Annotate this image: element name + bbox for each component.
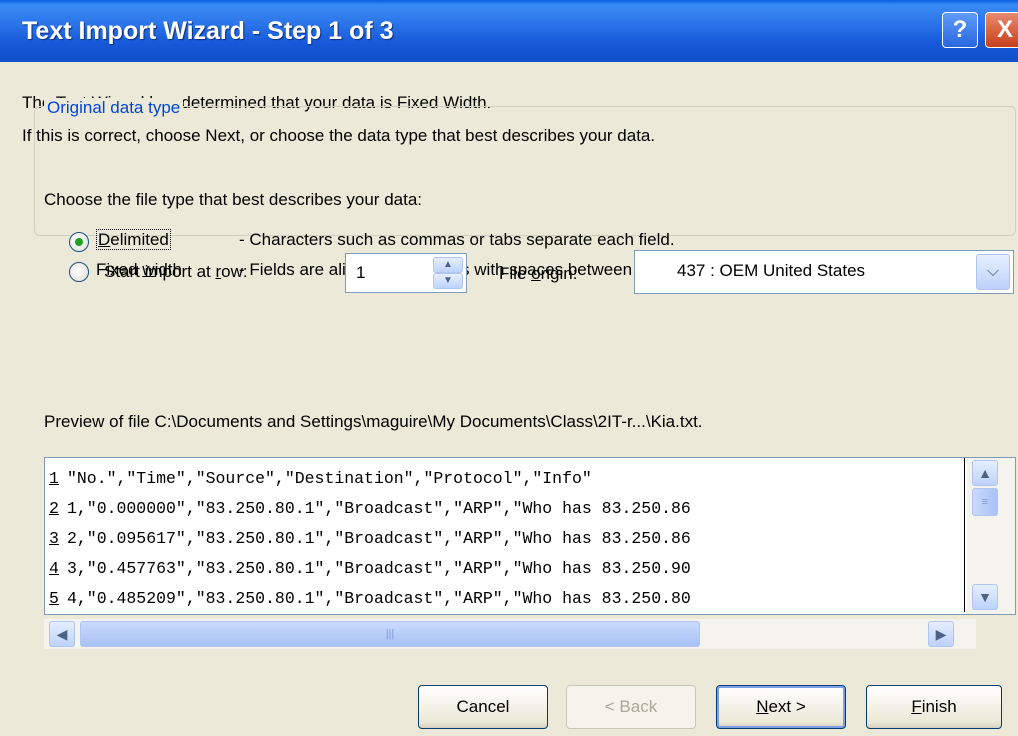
fixed-width-radio[interactable] xyxy=(69,262,89,282)
preview-row-number: 3 xyxy=(49,529,59,548)
delimited-label[interactable]: Delimited xyxy=(96,229,171,250)
title-bar: Text Import Wizard - Step 1 of 3 ? X xyxy=(0,0,1018,62)
preview-row: 3 2,"0.095617","83.250.80.1","Broadcast"… xyxy=(45,527,964,551)
scroll-up-icon[interactable]: ▲ xyxy=(972,460,998,486)
scroll-right-icon[interactable]: ▶ xyxy=(928,621,954,647)
delimited-label-text: elimited xyxy=(110,230,169,249)
file-type-prompt: Choose the file type that best describes… xyxy=(44,190,423,209)
preview-text: 1 "No.","Time","Source","Destination","P… xyxy=(45,458,965,612)
scroll-down-icon[interactable]: ▼ xyxy=(972,584,998,610)
preview-row: 4 3,"0.457763","83.250.80.1","Broadcast"… xyxy=(45,557,964,581)
preview-row: 2 1,"0.000000","83.250.80.1","Broadcast"… xyxy=(45,497,964,521)
vertical-scrollbar[interactable]: ▲ ≡ ▼ xyxy=(967,458,1015,614)
chevron-down-icon[interactable]: ⌵ xyxy=(976,254,1010,290)
vertical-scroll-thumb[interactable]: ≡ xyxy=(972,488,998,516)
preview-row: 5 4,"0.485209","83.250.80.1","Broadcast"… xyxy=(45,587,964,611)
data-type-groupbox xyxy=(34,106,1016,236)
scroll-left-icon[interactable]: ◀ xyxy=(49,621,75,647)
spin-down-icon[interactable]: ▼ xyxy=(433,273,463,289)
preview-pane[interactable]: 1 "No.","Time","Source","Destination","P… xyxy=(44,457,1016,615)
preview-row-text: "No.","Time","Source","Destination","Pro… xyxy=(67,469,592,488)
preview-row-number: 1 xyxy=(49,469,59,488)
preview-row-text: 2,"0.095617","83.250.80.1","Broadcast","… xyxy=(67,529,691,548)
preview-row-number: 4 xyxy=(49,559,59,578)
cancel-button[interactable]: Cancel xyxy=(418,685,548,729)
delimited-description: - Characters such as commas or tabs sepa… xyxy=(239,230,675,249)
start-row-spinner[interactable]: ▲ ▼ xyxy=(433,257,463,289)
help-button[interactable]: ? xyxy=(942,12,978,48)
delimited-radio[interactable] xyxy=(69,232,89,252)
file-origin-label: File origin: xyxy=(499,264,578,283)
horizontal-scrollbar[interactable]: ◀ ||| ▶ xyxy=(44,619,976,649)
preview-row-text: 4,"0.485209","83.250.80.1","Broadcast","… xyxy=(67,589,691,608)
preview-row-text: 1,"0.000000","83.250.80.1","Broadcast","… xyxy=(67,499,691,518)
preview-label: Preview of file C:\Documents and Setting… xyxy=(44,412,703,431)
preview-row-text: 3,"0.457763","83.250.80.1","Broadcast","… xyxy=(67,559,691,578)
file-origin-select[interactable]: 437 : OEM United States ⌵ xyxy=(634,250,1014,294)
file-origin-value: 437 : OEM United States xyxy=(677,261,866,280)
group-legend: Original data type xyxy=(44,98,184,118)
start-row-label: Start import at row: xyxy=(104,262,248,281)
preview-row: 1 "No.","Time","Source","Destination","P… xyxy=(45,467,964,491)
preview-row-number: 2 xyxy=(49,499,59,518)
close-button[interactable]: X xyxy=(985,12,1018,48)
preview-row-number: 5 xyxy=(49,589,59,608)
window-title: Text Import Wizard - Step 1 of 3 xyxy=(22,17,394,45)
back-button[interactable]: < Back xyxy=(566,685,696,729)
spin-up-icon[interactable]: ▲ xyxy=(433,257,463,273)
finish-button[interactable]: Finish xyxy=(866,685,1002,729)
horizontal-scroll-thumb[interactable]: ||| xyxy=(80,621,700,647)
next-button[interactable]: Next > xyxy=(716,685,846,729)
